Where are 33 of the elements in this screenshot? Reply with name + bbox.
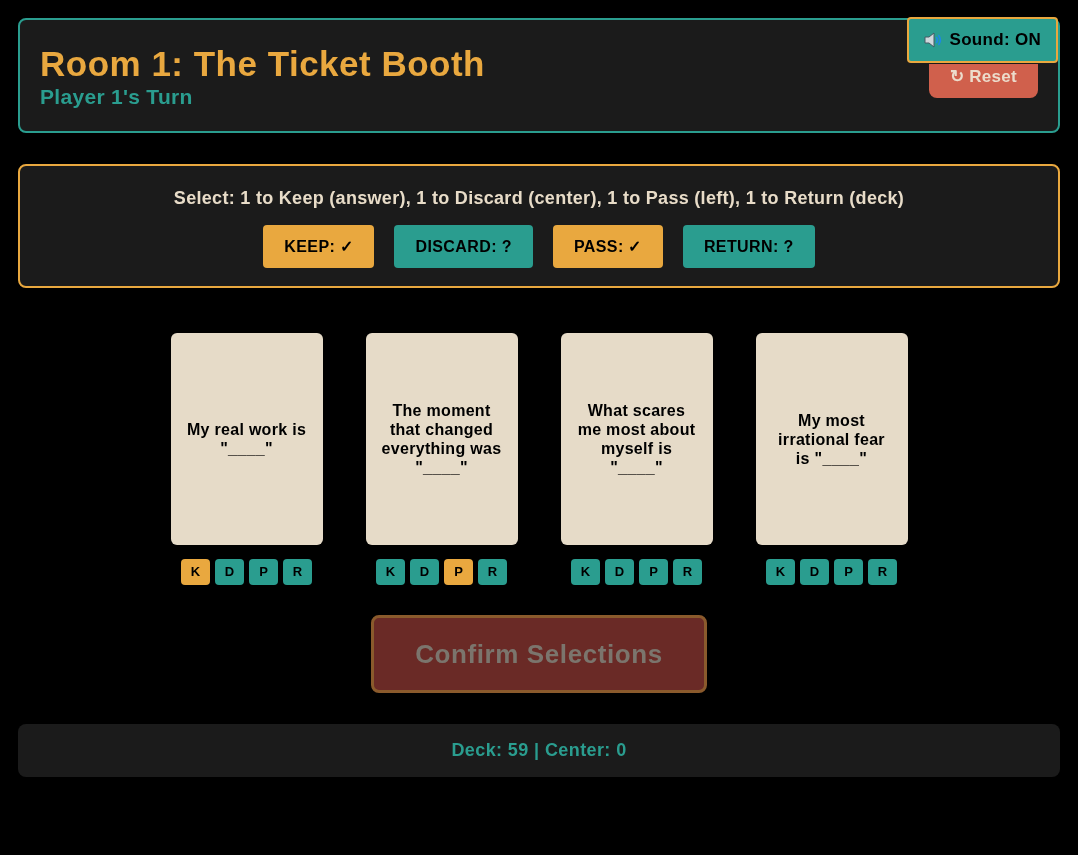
deck-status-text: Deck: 59 | Center: 0 (451, 739, 627, 762)
selection-status-badge: DISCARD: ? (394, 225, 533, 268)
selection-status-badge: RETURN: ? (682, 225, 815, 268)
card-action-button[interactable]: K (766, 559, 795, 585)
card-action-button[interactable]: P (444, 559, 473, 585)
card-action-button[interactable]: P (834, 559, 863, 585)
card-action-button[interactable]: D (800, 559, 829, 585)
selection-status-badge: KEEP: ✓ (263, 225, 375, 268)
card-action-button[interactable]: D (215, 559, 244, 585)
card-action-button[interactable]: D (410, 559, 439, 585)
card-action-button[interactable]: D (605, 559, 634, 585)
prompt-card[interactable]: My real work is "____" (170, 333, 323, 545)
room-title: Room 1: The Ticket Booth (40, 43, 485, 84)
card-action-button[interactable]: K (376, 559, 405, 585)
prompt-card[interactable]: What scares me most about myself is "____" (560, 333, 713, 545)
card-prompt-text: My real work is "____" (185, 420, 308, 458)
card-action-button[interactable]: P (249, 559, 278, 585)
card-prompt-text: My most irrational fear is "____" (777, 410, 886, 468)
sound-toggle-button[interactable]: Sound: ON (906, 17, 1058, 63)
card-action-button[interactable]: R (478, 559, 507, 585)
card-action-button[interactable]: R (868, 559, 897, 585)
card-prompt-text: What scares me most about myself is "____" (576, 401, 697, 477)
card-action-button[interactable]: R (283, 559, 312, 585)
card-action-button[interactable]: K (571, 559, 600, 585)
instructions-text: Select: 1 to Keep (answer), 1 to Discard (center), 1 to Pass (left), 1 to Return (deck) (173, 187, 905, 210)
selection-status-badge: PASS: ✓ (552, 225, 663, 268)
card-action-button[interactable]: R (673, 559, 702, 585)
turn-subtitle: Player 1's Turn (40, 83, 194, 110)
prompt-card[interactable]: The moment that changed everything was "____" (365, 333, 518, 545)
prompt-card[interactable]: My most irrational fear is "____" (755, 333, 908, 545)
card-action-button[interactable]: K (181, 559, 210, 585)
card-action-button[interactable]: P (639, 559, 668, 585)
card-prompt-text: The moment that changed everything was "____" (380, 401, 503, 477)
